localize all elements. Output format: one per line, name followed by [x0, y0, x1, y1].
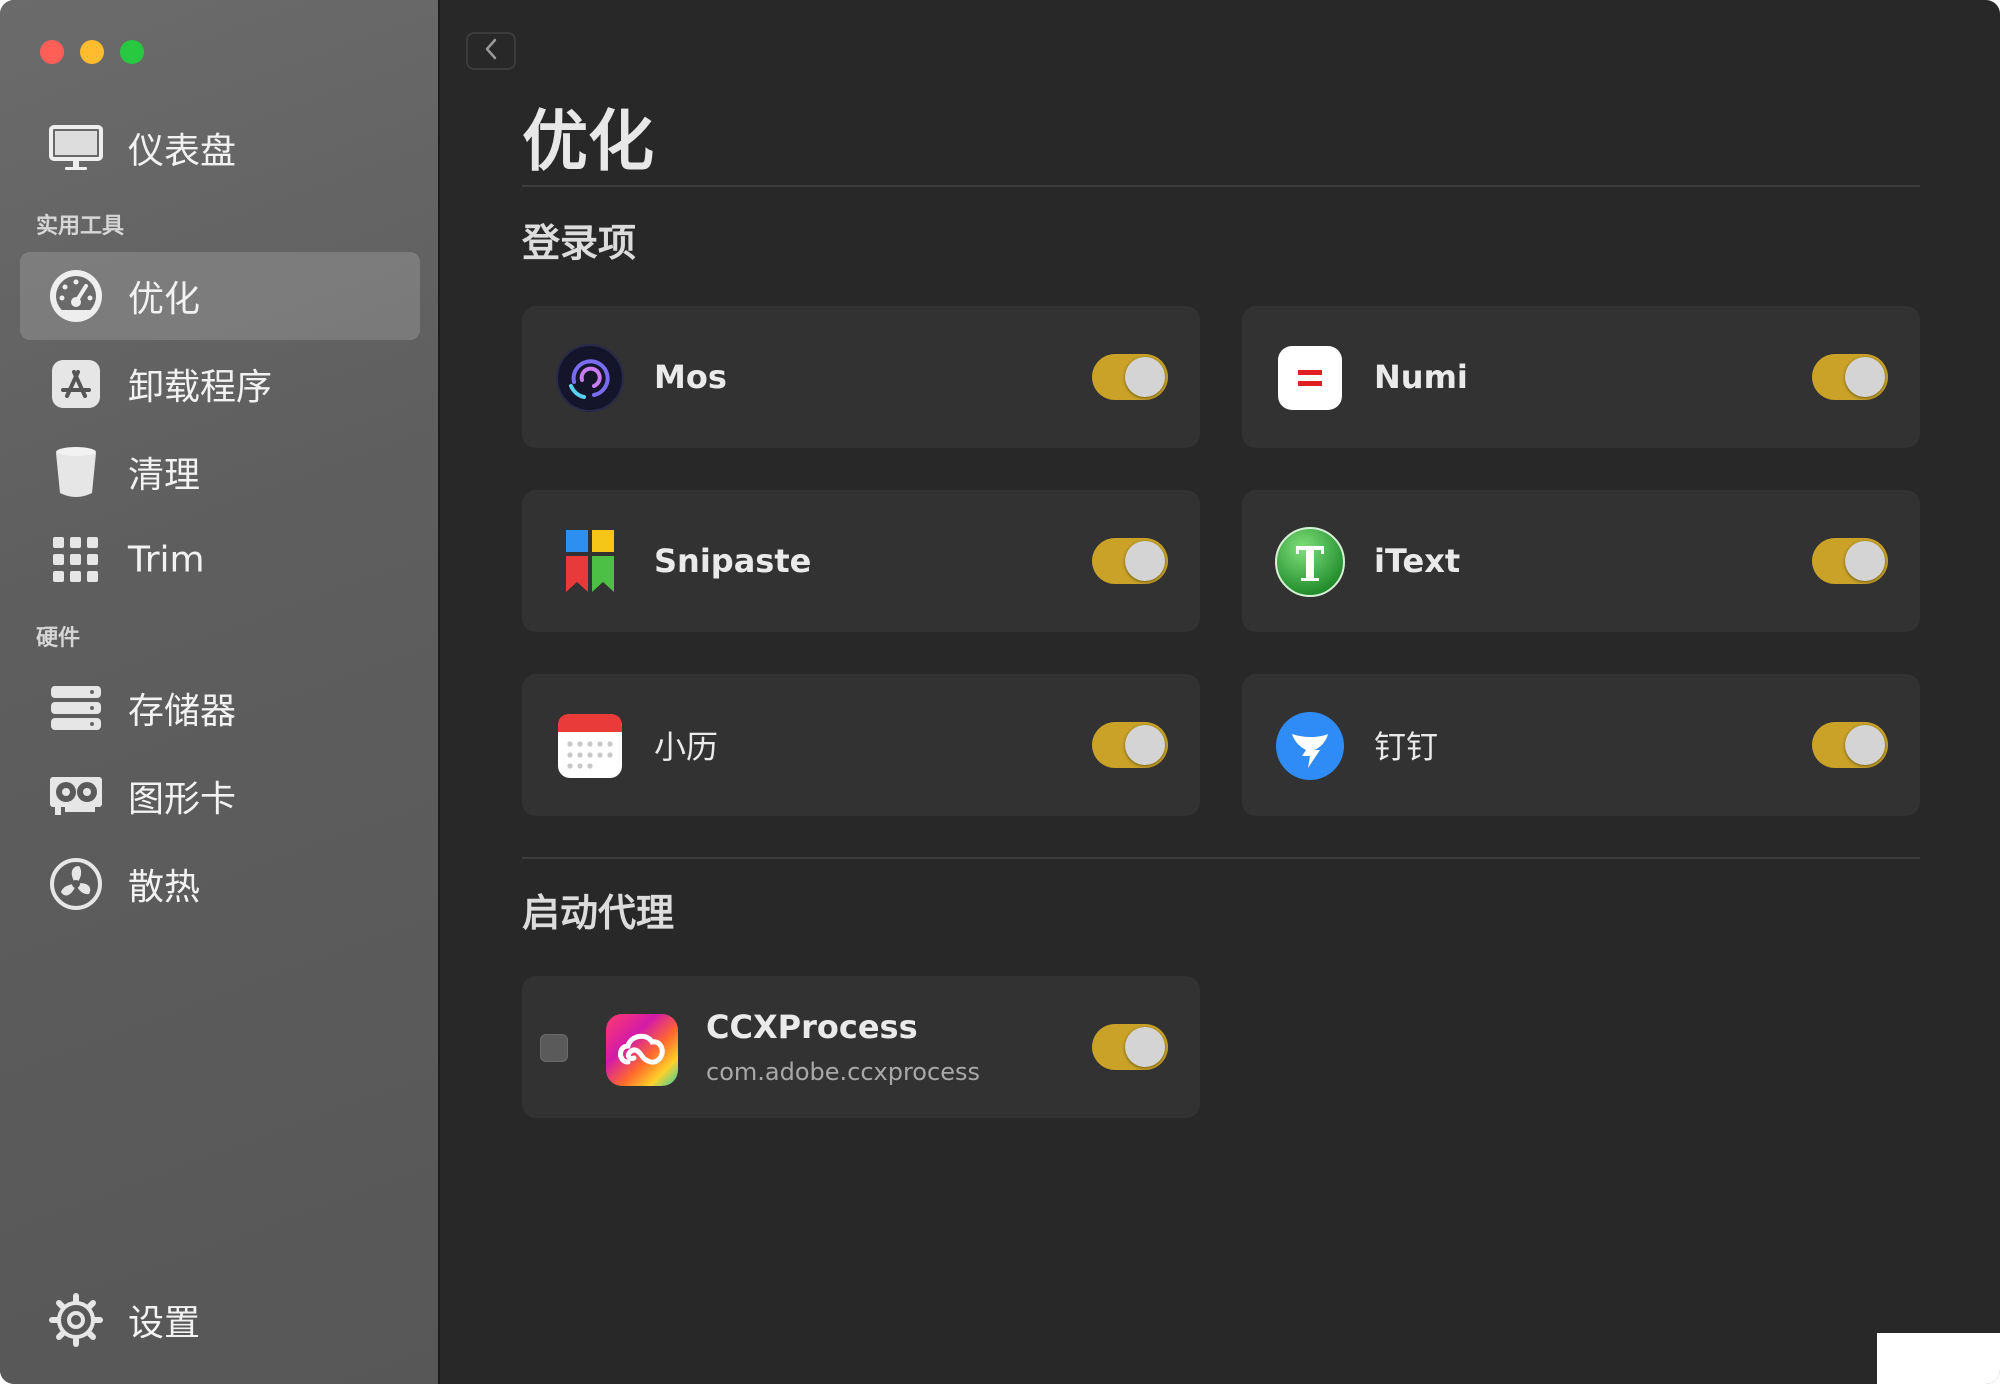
section-label-utilities: 实用工具: [36, 214, 125, 239]
login-item-card: Snipaste: [522, 490, 1200, 632]
sidebar-item-label: 清理: [128, 455, 201, 496]
back-button[interactable]: [466, 32, 516, 70]
toggle-knob: [1125, 725, 1165, 765]
sidebar-item-storage[interactable]: 存储器: [20, 664, 420, 752]
section-title-launch-agents: 启动代理: [522, 891, 675, 935]
page-title: 优化: [522, 103, 654, 180]
close-window-button[interactable]: [40, 40, 64, 64]
sidebar-item-label: 散热: [128, 867, 201, 908]
toggle-knob: [1125, 357, 1165, 397]
toggle-switch[interactable]: [1812, 354, 1888, 400]
server-icon: [48, 680, 104, 736]
app-name: 钉钉: [1374, 728, 1439, 766]
app-name: Snipaste: [654, 542, 812, 580]
speedometer-icon: [48, 268, 104, 324]
login-item-card: Numi: [1242, 306, 1920, 448]
sidebar-item-label: 卸载程序: [128, 367, 273, 408]
toggle-switch[interactable]: [1092, 354, 1168, 400]
mos-app-icon: [554, 342, 626, 414]
divider: [522, 857, 1920, 859]
login-item-card: 钉钉: [1242, 674, 1920, 816]
bundle-id: com.adobe.ccxprocess: [706, 1058, 980, 1086]
sidebar-item-uninstaller[interactable]: 卸载程序: [20, 340, 420, 428]
toggle-switch[interactable]: [1812, 538, 1888, 584]
toggle-switch[interactable]: [1092, 538, 1168, 584]
calendar-app-icon: [554, 710, 626, 782]
divider: [522, 185, 1920, 187]
login-item-card: iText: [1242, 490, 1920, 632]
sidebar-item-label: 仪表盘: [128, 131, 237, 172]
sidebar-item-label: 存储器: [128, 691, 237, 732]
toggle-knob: [1845, 357, 1885, 397]
toggle-knob: [1125, 1027, 1165, 1067]
sidebar-item-trim[interactable]: Trim: [20, 516, 420, 604]
app-store-icon: [48, 356, 104, 412]
sidebar-item-cleanup[interactable]: 清理: [20, 428, 420, 516]
maximize-window-button[interactable]: [120, 40, 144, 64]
sidebar-item-label: 图形卡: [128, 779, 237, 820]
app-name: CCXProcess: [706, 1008, 918, 1046]
numi-app-icon: [1274, 342, 1346, 414]
sidebar-item-graphics[interactable]: 图形卡: [20, 752, 420, 840]
itext-app-icon: [1274, 526, 1346, 598]
section-label-hardware: 硬件: [36, 626, 81, 651]
login-item-card: 小历: [522, 674, 1200, 816]
creative-cloud-icon: [604, 1012, 678, 1086]
toggle-switch[interactable]: [1812, 722, 1888, 768]
app-name: Mos: [654, 358, 727, 396]
fan-icon: [48, 856, 104, 912]
trash-bin-icon: [48, 444, 104, 500]
section-title-login-items: 登录项: [522, 221, 637, 265]
app-name: iText: [1374, 542, 1461, 580]
corner-patch: [1877, 1333, 2000, 1384]
grid-icon: [48, 532, 104, 588]
login-item-card: Mos: [522, 306, 1200, 448]
sidebar-item-label: 设置: [128, 1303, 201, 1344]
select-checkbox[interactable]: [540, 1034, 568, 1062]
chevron-left-icon: [483, 37, 499, 65]
toggle-knob: [1125, 541, 1165, 581]
sidebar-item-label: 优化: [128, 279, 201, 320]
sidebar-item-cooling[interactable]: 散热: [20, 840, 420, 928]
app-window: 仪表盘 实用工具 优化 卸载程序 清理 Trim 硬件 存储器 图形卡 散热 设…: [0, 0, 2000, 1384]
sidebar-item-label: Trim: [128, 539, 205, 581]
sidebar-item-optimize[interactable]: 优化: [20, 252, 420, 340]
minimize-window-button[interactable]: [80, 40, 104, 64]
dingtalk-app-icon: [1274, 710, 1346, 782]
toggle-knob: [1845, 725, 1885, 765]
monitor-icon: [48, 120, 104, 176]
toggle-switch[interactable]: [1092, 722, 1168, 768]
snipaste-app-icon: [554, 526, 626, 598]
gear-icon: [48, 1292, 104, 1348]
sidebar-item-settings[interactable]: 设置: [20, 1276, 420, 1364]
sidebar-item-dashboard[interactable]: 仪表盘: [20, 104, 420, 192]
graphics-card-icon: [48, 768, 104, 824]
toggle-knob: [1845, 541, 1885, 581]
launch-agent-card: CCXProcess com.adobe.ccxprocess: [522, 976, 1200, 1118]
app-name: 小历: [654, 728, 719, 766]
app-name: Numi: [1374, 358, 1468, 396]
sidebar: 仪表盘 实用工具 优化 卸载程序 清理 Trim 硬件 存储器 图形卡 散热 设…: [0, 0, 440, 1384]
toggle-switch[interactable]: [1092, 1024, 1168, 1070]
